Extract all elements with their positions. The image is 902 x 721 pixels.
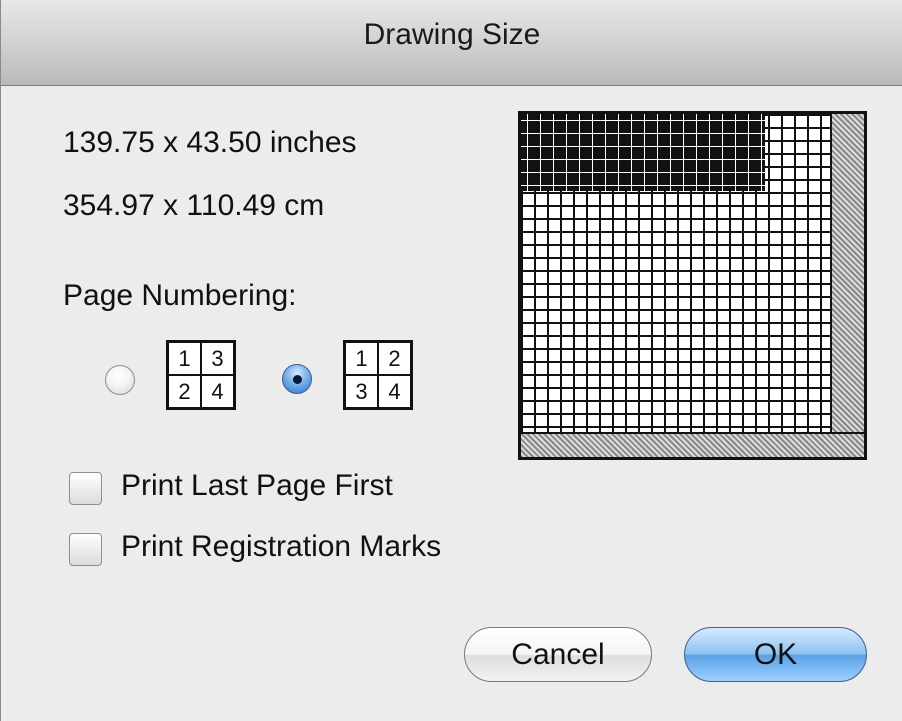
- margin-hatch-right: [830, 114, 864, 457]
- selected-pages-area: [521, 114, 765, 191]
- layout-cell: 3: [201, 342, 234, 375]
- layout-cell: 2: [168, 375, 201, 408]
- size-inches-text: 139.75 x 43.50 inches: [63, 126, 357, 159]
- cancel-button[interactable]: Cancel: [464, 627, 652, 682]
- page-numbering-label: Page Numbering:: [63, 279, 297, 312]
- layout-cell: 1: [168, 342, 201, 375]
- margin-hatch-bottom: [521, 432, 864, 457]
- radio-selected-dot: [293, 375, 302, 384]
- window-title: Drawing Size: [363, 18, 541, 51]
- print-last-page-first-checkbox[interactable]: [69, 472, 102, 505]
- title-bar[interactable]: Drawing Size: [1, 0, 902, 86]
- layout-cell: 4: [201, 375, 234, 408]
- row-order-layout-icon[interactable]: 1 2 3 4: [343, 340, 413, 410]
- print-registration-marks-checkbox[interactable]: [69, 533, 102, 566]
- size-cm-text: 354.97 x 110.49 cm: [63, 189, 325, 222]
- layout-cell: 4: [378, 375, 411, 408]
- radio-numbering-rows[interactable]: [282, 364, 312, 394]
- print-registration-marks-label[interactable]: Print Registration Marks: [121, 530, 441, 564]
- drawing-size-dialog: Drawing Size 139.75 x 43.50 inches 354.9…: [0, 0, 902, 721]
- page-layout-preview: [518, 111, 867, 460]
- layout-cell: 3: [345, 375, 378, 408]
- layout-cell: 2: [378, 342, 411, 375]
- radio-numbering-columns[interactable]: [105, 365, 135, 395]
- ok-button[interactable]: OK: [684, 627, 867, 682]
- print-last-page-first-label[interactable]: Print Last Page First: [121, 469, 393, 503]
- layout-cell: 1: [345, 342, 378, 375]
- column-order-layout-icon[interactable]: 1 3 2 4: [166, 340, 236, 410]
